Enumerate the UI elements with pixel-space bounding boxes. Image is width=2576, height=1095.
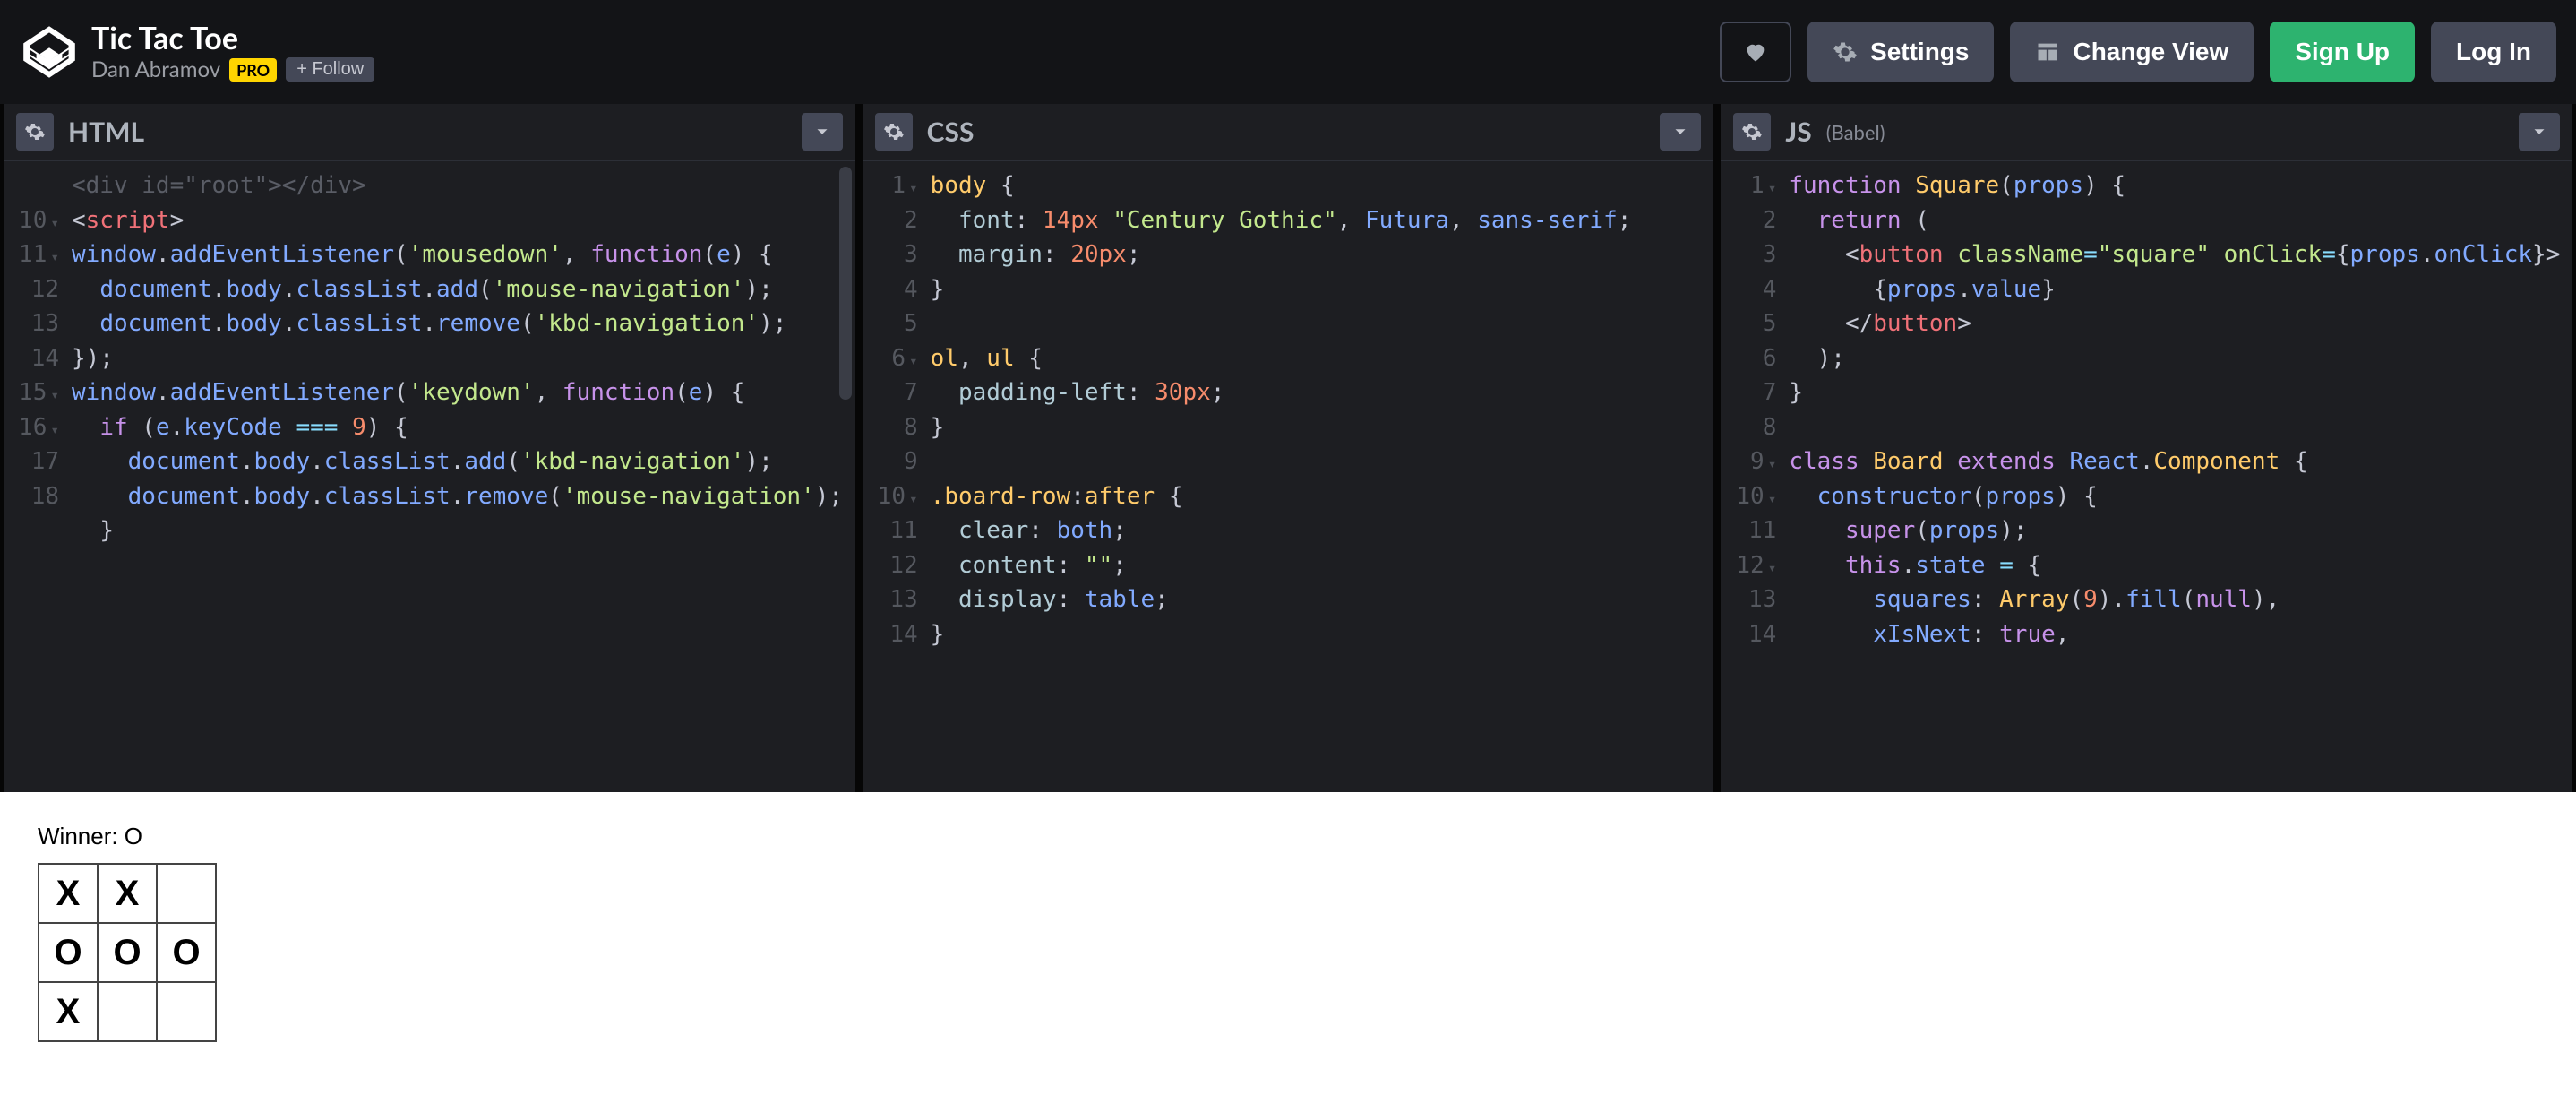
html-pane-menu[interactable]: [802, 113, 843, 151]
pro-badge: PRO: [229, 58, 277, 82]
chevron-down-icon: [2529, 122, 2549, 142]
css-pane: CSS 1234567891011121314 body { font: 14p…: [863, 104, 1714, 792]
board-square[interactable]: X: [38, 863, 99, 924]
pen-title: Tic Tac Toe: [91, 22, 374, 55]
chevron-down-icon: [812, 122, 832, 142]
css-gutter: 1234567891011121314: [863, 168, 931, 785]
board-row: X: [38, 981, 2538, 1040]
css-code-editor[interactable]: 1234567891011121314 body { font: 14px "C…: [863, 161, 1714, 792]
board-row: XX: [38, 863, 2538, 922]
css-pane-header: CSS: [863, 104, 1714, 161]
gear-icon: [1833, 39, 1858, 65]
change-view-button[interactable]: Change View: [2010, 22, 2254, 82]
html-code-lines[interactable]: <div id="root"></div><script>window.addE…: [72, 168, 855, 785]
board-square[interactable]: X: [38, 981, 99, 1042]
signup-button[interactable]: Sign Up: [2270, 22, 2415, 82]
love-button[interactable]: [1720, 22, 1791, 82]
heart-icon: [1743, 39, 1768, 65]
css-pane-label: CSS: [927, 116, 975, 148]
js-code-lines[interactable]: function Square(props) { return ( <butto…: [1789, 168, 2572, 785]
result-preview: Winner: O XXOOOX: [0, 792, 2576, 1095]
board-square[interactable]: O: [97, 922, 158, 983]
gear-icon: [24, 121, 46, 142]
js-pane-settings[interactable]: [1733, 113, 1771, 151]
html-pane: HTML 101112131415161718 <div id="root"><…: [4, 104, 855, 792]
settings-label: Settings: [1870, 38, 1969, 66]
html-code-editor[interactable]: 101112131415161718 <div id="root"></div>…: [4, 161, 855, 792]
html-scrollbar[interactable]: [839, 167, 852, 400]
js-pane-label: JS: [1785, 116, 1811, 148]
layout-icon: [2035, 39, 2060, 65]
follow-button[interactable]: + Follow: [286, 57, 374, 82]
board-square[interactable]: [97, 981, 158, 1042]
board-square[interactable]: [156, 981, 217, 1042]
board-square[interactable]: O: [156, 922, 217, 983]
js-pane-menu[interactable]: [2519, 113, 2560, 151]
title-block: Tic Tac Toe Dan Abramov PRO + Follow: [91, 22, 374, 82]
board-row: OOO: [38, 922, 2538, 981]
board-square[interactable]: O: [38, 922, 99, 983]
chevron-down-icon: [1670, 122, 1690, 142]
html-pane-label: HTML: [68, 116, 144, 148]
js-code-editor[interactable]: 1234567891011121314 function Square(prop…: [1721, 161, 2572, 792]
editor-row: HTML 101112131415161718 <div id="root"><…: [0, 104, 2576, 792]
board-square[interactable]: X: [97, 863, 158, 924]
js-gutter: 1234567891011121314: [1721, 168, 1789, 785]
css-code-lines[interactable]: body { font: 14px "Century Gothic", Futu…: [931, 168, 1714, 785]
html-pane-settings[interactable]: [16, 113, 54, 151]
gear-icon: [1741, 121, 1763, 142]
codepen-logo-icon: [22, 25, 76, 79]
signup-label: Sign Up: [2295, 38, 2390, 66]
css-pane-menu[interactable]: [1660, 113, 1701, 151]
login-label: Log In: [2456, 38, 2531, 66]
js-pane-sublabel: (Babel): [1826, 120, 1885, 144]
app-header: Tic Tac Toe Dan Abramov PRO + Follow Set…: [0, 0, 2576, 104]
board-square[interactable]: [156, 863, 217, 924]
pen-author[interactable]: Dan Abramov: [91, 56, 220, 82]
js-pane: JS (Babel) 1234567891011121314 function …: [1721, 104, 2572, 792]
settings-button[interactable]: Settings: [1807, 22, 1994, 82]
gear-icon: [883, 121, 905, 142]
js-pane-header: JS (Babel): [1721, 104, 2572, 161]
css-pane-settings[interactable]: [875, 113, 913, 151]
html-gutter: 101112131415161718: [4, 168, 72, 785]
game-status: Winner: O: [38, 823, 2538, 850]
codepen-logo[interactable]: [20, 22, 79, 82]
html-pane-header: HTML: [4, 104, 855, 161]
login-button[interactable]: Log In: [2431, 22, 2556, 82]
game-board: XXOOOX: [38, 863, 2538, 1040]
change-view-label: Change View: [2073, 38, 2228, 66]
